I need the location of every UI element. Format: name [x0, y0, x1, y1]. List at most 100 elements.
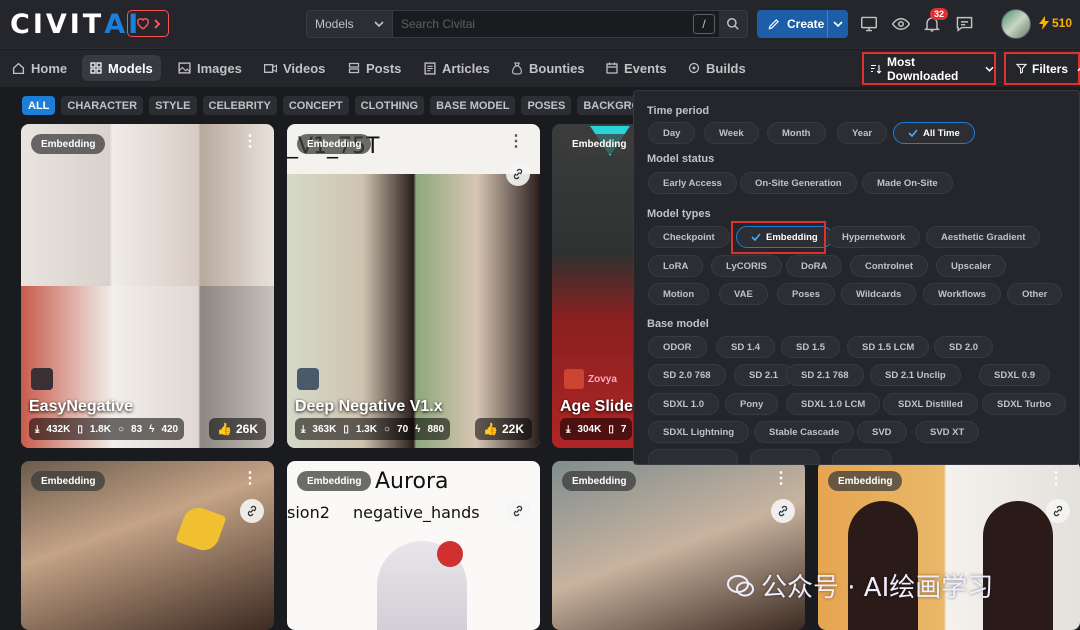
more-icon[interactable]: ⋮	[1048, 471, 1064, 487]
filter-poses[interactable]: Poses	[777, 283, 835, 305]
creator-avatar[interactable]	[297, 368, 319, 390]
more-icon[interactable]: ⋮	[242, 471, 258, 487]
filter-svd-xt[interactable]: SVD XT	[915, 421, 980, 443]
nav-images[interactable]: Images	[170, 55, 250, 81]
civitai-logo[interactable]: CIVIT AI	[10, 9, 141, 40]
filter-day[interactable]: Day	[648, 122, 696, 144]
filter-odor[interactable]: ODOR	[648, 336, 707, 358]
model-card[interactable]: Embedding ⋮	[21, 461, 274, 630]
model-card[interactable]: _V1_75T Embedding ⋮ Deep Negative V1.x ⤓…	[287, 124, 540, 448]
card-type-chip: Embedding	[31, 471, 106, 491]
link-icon[interactable]	[506, 499, 530, 523]
tag-base-model[interactable]: BASE MODEL	[430, 96, 516, 115]
filter-checkpoint[interactable]: Checkpoint	[648, 226, 730, 248]
filter-hypernetwork[interactable]: Hypernetwork	[827, 226, 921, 248]
filter-vae[interactable]: VAE	[719, 283, 768, 305]
filter-sdxl-1-0[interactable]: SDXL 1.0	[648, 393, 720, 415]
create-button[interactable]: Create	[757, 10, 848, 38]
filter-svd[interactable]: SVD	[857, 421, 907, 443]
support-button[interactable]	[127, 10, 169, 37]
model-card[interactable]: Embedding ⋮	[552, 461, 805, 630]
filter-stable-cascade[interactable]: Stable Cascade	[754, 421, 855, 443]
nav-bounties[interactable]: Bounties	[503, 55, 593, 81]
search-input[interactable]	[393, 11, 693, 37]
sort-dropdown[interactable]: Most Downloaded	[862, 52, 996, 85]
filter-sd-1-5-lcm[interactable]: SD 1.5 LCM	[847, 336, 930, 358]
tag-celebrity[interactable]: CELEBRITY	[202, 96, 277, 115]
filter-motion[interactable]: Motion	[648, 283, 710, 305]
nav-models[interactable]: Models	[82, 55, 161, 81]
nav-videos[interactable]: Videos	[256, 55, 333, 81]
like-button[interactable]: 👍 26K	[209, 418, 266, 440]
tag-all[interactable]: ALL	[22, 96, 56, 115]
nav-articles[interactable]: Articles	[416, 55, 498, 81]
filter-week[interactable]: Week	[704, 122, 759, 144]
filter-sd-2-1-768[interactable]: SD 2.1 768	[786, 364, 864, 386]
filter-all-time[interactable]: All Time	[893, 122, 975, 144]
model-card[interactable]: Embedding ⋮ EasyNegative ⤓ 432K ▯ 1.8K ○ 83…	[21, 124, 274, 448]
link-icon[interactable]	[1046, 499, 1070, 523]
filter-sdxl-0-9[interactable]: SDXL 0.9	[979, 364, 1051, 386]
filter-upscaler[interactable]: Upscaler	[936, 255, 1007, 277]
nav-events[interactable]: Events	[598, 55, 675, 81]
nav-posts[interactable]: Posts	[340, 55, 409, 81]
filter-sdxl-distilled[interactable]: SDXL Distilled	[883, 393, 978, 415]
create-dropdown-toggle[interactable]	[827, 10, 848, 38]
filter-sd-2-1[interactable]: SD 2.1	[734, 364, 794, 386]
tag-poses[interactable]: POSES	[521, 96, 572, 115]
filter-sdxl-1-0-lcm[interactable]: SDXL 1.0 LCM	[786, 393, 881, 415]
tag-concept[interactable]: CONCEPT	[282, 96, 349, 115]
model-card[interactable]: Embedding ⋮	[818, 461, 1080, 630]
filter-sd-1-5[interactable]: SD 1.5	[781, 336, 841, 358]
filter-early-access[interactable]: Early Access	[648, 172, 737, 194]
filter-workflows[interactable]: Workflows	[923, 283, 1001, 305]
more-icon[interactable]: ⋮	[508, 134, 524, 150]
filter-year[interactable]: Year	[837, 122, 888, 144]
upload-icon[interactable]	[859, 14, 879, 34]
nav-home[interactable]: Home	[4, 55, 75, 81]
eye-icon[interactable]	[891, 14, 911, 34]
filter-more-partial[interactable]	[832, 449, 892, 464]
user-avatar[interactable]	[1001, 9, 1031, 39]
model-card[interactable]: Embedding Aurora sion2 negative_hands	[287, 461, 540, 630]
filter-sdxl-turbo[interactable]: SDXL Turbo	[982, 393, 1067, 415]
search-type-select[interactable]: Models	[307, 11, 393, 37]
model-card[interactable]: Embedding Zovya Age Slider ⤓ 304K ▯ 7	[552, 124, 642, 448]
filters-button[interactable]: Filters	[1004, 52, 1080, 85]
filter-on-site-generation[interactable]: On-Site Generation	[740, 172, 857, 194]
chat-icon[interactable]	[954, 14, 974, 34]
filter-sd-2-0[interactable]: SD 2.0	[934, 336, 994, 358]
tag-style[interactable]: STYLE	[149, 96, 197, 115]
link-icon[interactable]	[240, 499, 264, 523]
filter-more-partial[interactable]	[750, 449, 820, 464]
filter-dora[interactable]: DoRA	[786, 255, 843, 277]
download-icon: ⤓	[35, 423, 40, 435]
filter-made-on-site[interactable]: Made On-Site	[862, 172, 953, 194]
filter-lora[interactable]: LoRA	[648, 255, 704, 277]
filter-pony[interactable]: Pony	[725, 393, 779, 415]
tag-character[interactable]: CHARACTER	[61, 96, 144, 115]
buzz-balance[interactable]: 510	[1039, 16, 1072, 30]
more-icon[interactable]: ⋮	[773, 471, 789, 487]
like-button[interactable]: 👍 22K	[475, 418, 532, 440]
filter-month[interactable]: Month	[767, 122, 826, 144]
filter-sdxl-lightning[interactable]: SDXL Lightning	[648, 421, 750, 443]
filter-embedding[interactable]: Embedding	[736, 226, 833, 248]
filter-sd-1-4[interactable]: SD 1.4	[716, 336, 776, 358]
more-icon[interactable]: ⋮	[242, 134, 258, 150]
filter-other[interactable]: Other	[1007, 283, 1063, 305]
nav-builds[interactable]: Builds	[680, 55, 754, 81]
creator-info[interactable]: Zovya	[564, 369, 617, 389]
filter-more-partial[interactable]	[648, 449, 738, 464]
link-icon[interactable]	[506, 162, 530, 186]
filter-lycoris[interactable]: LyCORIS	[711, 255, 782, 277]
creator-avatar[interactable]	[31, 368, 53, 390]
filter-sd-2-0-768[interactable]: SD 2.0 768	[648, 364, 726, 386]
link-icon[interactable]	[771, 499, 795, 523]
filter-controlnet[interactable]: Controlnet	[850, 255, 929, 277]
tag-clothing[interactable]: CLOTHING	[354, 96, 425, 115]
filter-wildcards[interactable]: Wildcards	[841, 283, 917, 305]
search-button[interactable]	[719, 11, 747, 37]
filter-aesthetic-gradient[interactable]: Aesthetic Gradient	[926, 226, 1041, 248]
filter-sd-2-1-unclip[interactable]: SD 2.1 Unclip	[870, 364, 961, 386]
